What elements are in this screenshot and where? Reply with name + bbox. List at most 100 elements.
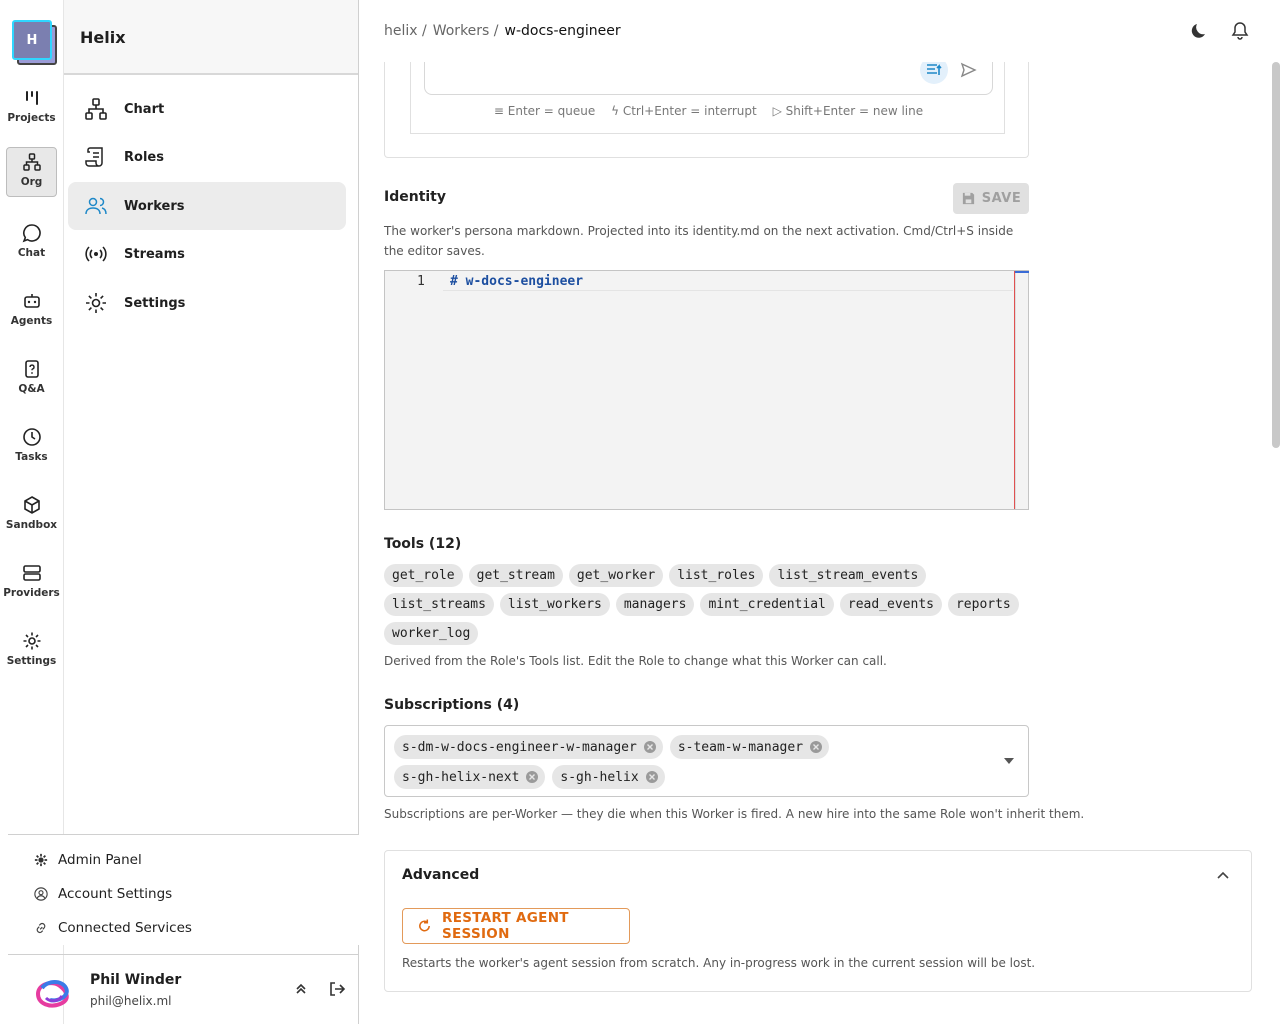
identity-title: Identity	[384, 189, 447, 205]
sidebar-title: Helix	[64, 0, 358, 75]
settings-icon	[23, 632, 40, 650]
save-icon	[962, 192, 974, 205]
subscriptions-select[interactable]: s-dm-w-docs-engineer-w-manager s-team-w-…	[384, 725, 1029, 797]
breadcrumb-workers[interactable]: Workers /	[433, 23, 499, 39]
sidebar-item-streams[interactable]: Streams	[68, 230, 346, 278]
send-icon[interactable]	[958, 60, 978, 80]
queue-icon	[927, 64, 942, 75]
restart-session-button[interactable]: RESTART AGENT SESSION	[402, 908, 630, 944]
workers-icon	[85, 197, 107, 215]
user-name: Phil Winder	[90, 971, 182, 988]
breadcrumb: helix / Workers / w-docs-engineer	[384, 23, 621, 39]
rail-item-projects[interactable]: Projects	[6, 84, 57, 134]
settings-icon	[86, 293, 106, 313]
rail-item-org[interactable]: Org	[6, 147, 57, 197]
sidebar-item-workers[interactable]: Workers	[68, 182, 346, 230]
breadcrumb-current: w-docs-engineer	[504, 23, 621, 39]
avatar[interactable]	[32, 970, 72, 1010]
chevron-up-double-icon[interactable]	[291, 979, 311, 999]
subscriptions-title: Subscriptions (4)	[384, 697, 520, 713]
rail-item-chat[interactable]: Chat	[6, 219, 57, 269]
qa-icon	[24, 360, 39, 378]
subscriptions-description: Subscriptions are per-Worker — they die …	[384, 807, 1085, 821]
header: helix / Workers / w-docs-engineer	[360, 0, 1280, 62]
advanced-title: Advanced	[402, 867, 480, 883]
tool-chip: get_worker	[568, 564, 664, 587]
chart-icon	[85, 98, 107, 120]
restart-icon	[419, 919, 430, 932]
streams-icon	[85, 246, 107, 262]
subscription-chip: s-gh-helix	[552, 765, 665, 789]
user-profile: Phil Winder phil@helix.ml	[8, 954, 359, 1024]
tool-chip: get_stream	[468, 564, 563, 587]
tool-chip: managers	[615, 593, 695, 616]
connected-services-link[interactable]: Connected Services	[8, 911, 359, 945]
org-sidebar: Helix Chart Roles Workers Streams Settin…	[8, 0, 359, 1024]
hint-newline: ▷ Shift+Enter = new line	[772, 104, 924, 118]
identity-editor[interactable]: 1 # w-docs-engineer	[384, 270, 1029, 510]
tool-chip: list_stream_events	[769, 564, 927, 587]
link-icon	[36, 922, 46, 934]
gear-icon	[34, 853, 48, 867]
advanced-panel: Advanced RESTART AGENT SESSION Restarts …	[384, 850, 1252, 992]
tool-chip: reports	[947, 593, 1019, 616]
tool-chip: list_roles	[669, 564, 764, 587]
account-settings-link[interactable]: Account Settings	[8, 877, 359, 911]
tool-chip: list_streams	[384, 593, 494, 616]
tasks-icon	[22, 428, 41, 446]
rail-item-settings[interactable]: Settings	[6, 627, 57, 677]
editor-content: # w-docs-engineer	[450, 274, 584, 289]
account-icon	[34, 887, 48, 901]
tool-chip: mint_credential	[700, 593, 834, 616]
providers-icon	[22, 565, 41, 581]
tools-title: Tools (12)	[384, 536, 462, 552]
chevron-up-icon[interactable]	[1215, 868, 1231, 884]
subscription-chip: s-team-w-manager	[669, 735, 830, 759]
agents-icon	[23, 294, 40, 308]
dark-mode-icon[interactable]	[1190, 21, 1210, 41]
chat-icon	[22, 224, 41, 243]
save-button[interactable]: SAVE	[953, 183, 1029, 214]
subscription-chip: s-gh-helix-next	[394, 765, 546, 789]
bell-icon[interactable]	[1230, 21, 1250, 41]
sidebar-item-roles[interactable]: Roles	[68, 133, 346, 181]
tool-chip: worker_log	[384, 622, 479, 645]
org-initial: H	[12, 20, 52, 60]
remove-icon[interactable]	[643, 740, 657, 754]
rail-item-qa[interactable]: Q&A	[6, 355, 57, 405]
remove-icon[interactable]	[645, 770, 659, 784]
roles-icon	[85, 147, 103, 167]
rail-item-providers[interactable]: Providers	[3, 559, 60, 609]
remove-icon[interactable]	[809, 740, 823, 754]
sidebar-item-settings[interactable]: Settings	[68, 279, 346, 327]
line-number: 1	[417, 274, 425, 289]
rail-item-agents[interactable]: Agents	[6, 287, 57, 337]
subscription-chip: s-dm-w-docs-engineer-w-manager	[394, 735, 663, 759]
projects-icon	[25, 91, 38, 105]
sidebar-item-chart[interactable]: Chart	[68, 85, 346, 133]
remove-icon[interactable]	[525, 770, 539, 784]
admin-panel-link[interactable]: Admin Panel	[8, 843, 359, 877]
logout-icon[interactable]	[327, 979, 347, 999]
hint-queue: ≡ Enter = queue	[493, 104, 596, 118]
page-scrollbar[interactable]	[1272, 62, 1280, 448]
hint-interrupt: ϟ Ctrl+Enter = interrupt	[611, 104, 757, 118]
breadcrumb-helix[interactable]: helix /	[384, 23, 427, 39]
tool-chip: list_workers	[499, 593, 610, 616]
sandbox-icon	[23, 496, 40, 514]
advanced-description: Restarts the worker's agent session from…	[402, 956, 1036, 970]
editor-scrollbar[interactable]	[1015, 271, 1029, 509]
rail-item-sandbox[interactable]: Sandbox	[6, 491, 57, 541]
sidebar-footer: Admin Panel Account Settings Connected S…	[8, 834, 359, 945]
dropdown-arrow-icon[interactable]	[1004, 758, 1014, 764]
keyboard-hints: ≡ Enter = queue ϟ Ctrl+Enter = interrupt…	[411, 104, 1006, 118]
identity-description: The worker's persona markdown. Projected…	[384, 224, 1014, 258]
tool-chip: read_events	[839, 593, 942, 616]
rail-item-tasks[interactable]: Tasks	[6, 423, 57, 473]
chat-card: ≡ Enter = queue ϟ Ctrl+Enter = interrupt…	[384, 52, 1029, 158]
org-icon	[22, 153, 41, 171]
org-avatar[interactable]: H	[12, 20, 57, 65]
user-email: phil@helix.ml	[90, 993, 172, 1008]
tools-description: Derived from the Role's Tools list. Edit…	[384, 654, 887, 668]
tools-list: get_role get_stream get_worker list_role…	[384, 564, 1029, 645]
